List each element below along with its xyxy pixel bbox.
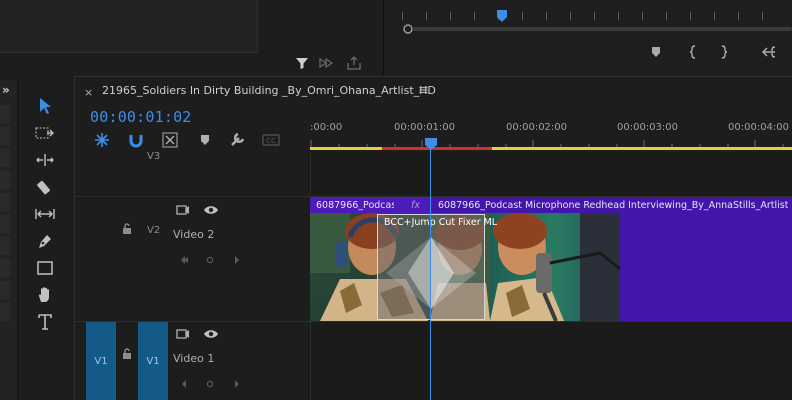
svg-text:CC: CC (266, 137, 276, 145)
transition-label: BCC+Jump Cut Fixer ML (384, 217, 498, 228)
pen-icon[interactable] (32, 229, 58, 253)
slip-icon[interactable] (32, 202, 58, 226)
eye-icon[interactable] (203, 204, 219, 219)
track-v3-label[interactable]: V3 (147, 151, 160, 162)
lock-icon[interactable] (122, 348, 132, 363)
fx-badge[interactable]: fx (411, 200, 420, 211)
marker-icon[interactable] (650, 45, 662, 62)
monitor-ruler (402, 12, 782, 22)
track-divider (75, 321, 792, 322)
wrench-icon[interactable] (230, 131, 246, 150)
playhead-line[interactable] (430, 146, 431, 400)
razor-icon[interactable] (32, 175, 58, 199)
playhead-timecode[interactable]: 00:00:01:02 (90, 108, 192, 126)
selection-icon[interactable] (32, 94, 58, 118)
ruler-label: 00:00:01:00 (394, 122, 456, 133)
left-strip-rows (0, 105, 10, 400)
panel-menu-icon[interactable]: ≡ (418, 83, 429, 98)
expand-panels-button[interactable]: » (2, 83, 10, 97)
sync-lock-icon[interactable] (176, 204, 190, 219)
monitor-zoom-scrollbar[interactable] (402, 24, 792, 34)
add-marker-icon[interactable] (162, 132, 178, 151)
track-v1-name: Video 1 (173, 352, 215, 365)
mark-in-icon[interactable] (687, 44, 699, 63)
playhead-handle[interactable] (424, 137, 438, 154)
ruler-label: 00:00:04:00 (728, 122, 790, 133)
export-icon[interactable] (346, 55, 362, 75)
source-patch-v1[interactable]: V1 (86, 322, 116, 400)
clip-label: 6087966_Podcas... (316, 200, 394, 211)
track-v1-lane[interactable] (310, 322, 792, 400)
type-icon[interactable] (32, 310, 58, 334)
project-panel-content (0, 0, 258, 53)
ruler-label: 00:00:02:00 (506, 122, 568, 133)
mark-out-icon[interactable] (718, 44, 730, 63)
tools-panel (24, 80, 68, 400)
transition-effect[interactable] (377, 214, 485, 320)
hand-icon[interactable] (32, 283, 58, 307)
keyframe-nav[interactable] (180, 378, 242, 393)
track-v3-lane[interactable] (310, 152, 792, 196)
ruler-label: 00:00:03:00 (617, 122, 679, 133)
clip-label: 6087966_Podcast Microphone Redhead Inter… (438, 200, 788, 211)
ruler-label: :00:00 (310, 122, 343, 133)
marker-icon[interactable] (199, 133, 211, 150)
lock-icon[interactable] (122, 223, 132, 238)
sequence-tab-title[interactable]: 21965_Soldiers In Dirty Building _By_Omr… (102, 84, 436, 97)
rectangle-icon[interactable] (32, 256, 58, 280)
track-v2-label[interactable]: V2 (147, 225, 160, 236)
captions-icon[interactable]: CC (262, 134, 280, 149)
track-select-icon[interactable] (32, 121, 58, 145)
automate-icon[interactable] (318, 56, 334, 74)
keyframe-nav[interactable] (180, 254, 242, 269)
snap-icon[interactable] (94, 132, 110, 151)
track-v1-target[interactable]: V1 (138, 322, 168, 400)
linked-selection-icon[interactable] (128, 132, 144, 151)
go-to-in-icon[interactable] (760, 44, 778, 63)
sync-lock-icon[interactable] (176, 328, 190, 343)
close-sequence-button[interactable]: × (84, 86, 93, 99)
track-v2-name: Video 2 (173, 228, 215, 241)
eye-icon[interactable] (203, 328, 219, 343)
filter-icon[interactable] (295, 56, 309, 74)
ripple-edit-icon[interactable] (32, 148, 58, 172)
